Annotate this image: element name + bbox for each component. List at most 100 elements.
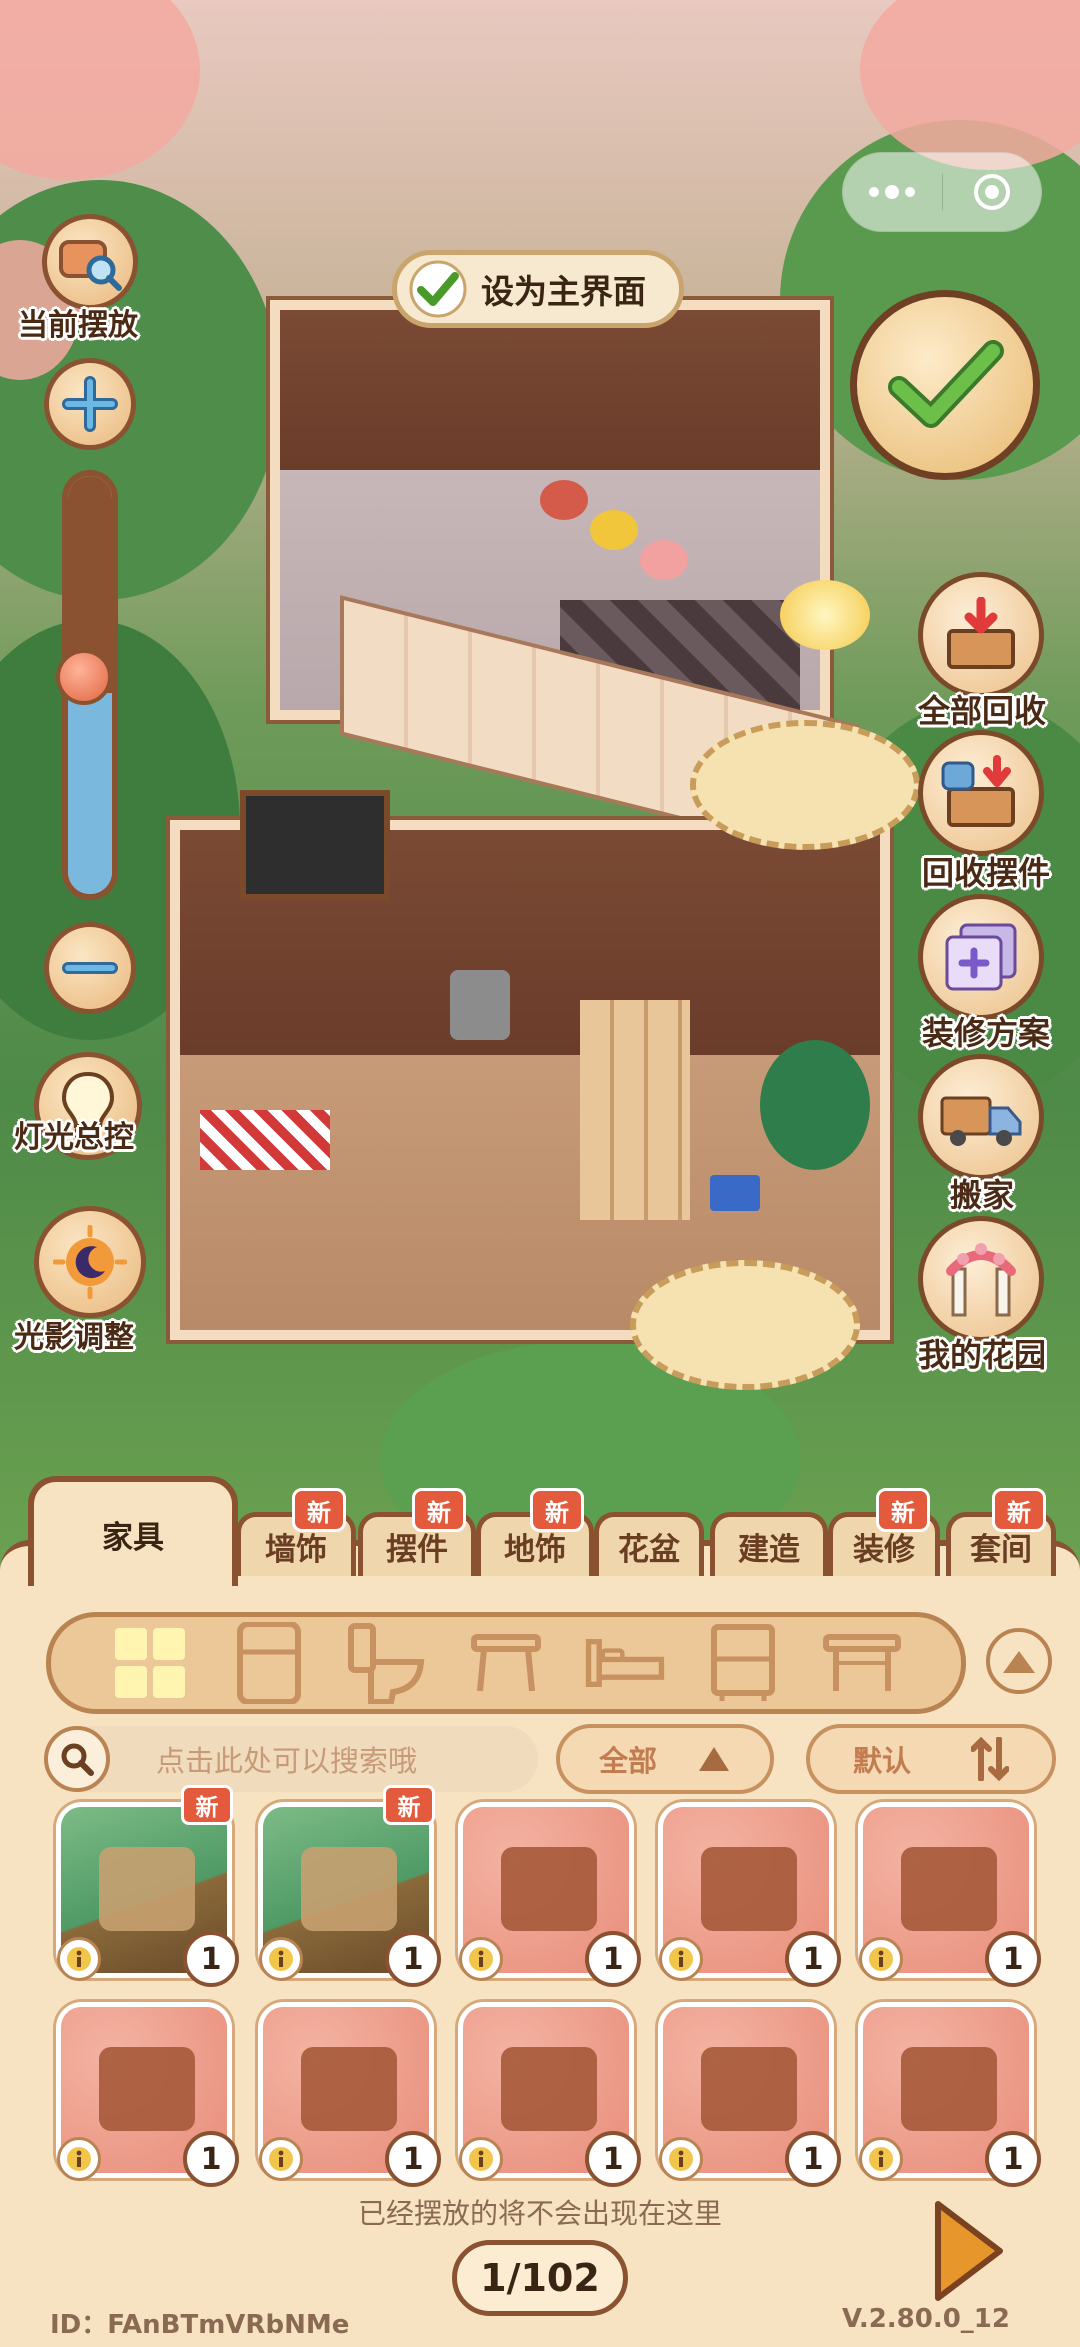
- decor-plan-button[interactable]: [918, 894, 1044, 1020]
- item-info-button[interactable]: [259, 1937, 303, 1981]
- close-miniprogram-button[interactable]: [942, 152, 1041, 232]
- bed-icon[interactable]: [585, 1623, 665, 1703]
- sort-dropdown[interactable]: 默认: [806, 1724, 1056, 1794]
- next-page-button[interactable]: [928, 2196, 1008, 2306]
- yak-item[interactable]: 1: [658, 2002, 841, 2187]
- moving-button[interactable]: [918, 1054, 1044, 1180]
- recycle-all-button[interactable]: [918, 572, 1044, 698]
- item-art: [501, 1847, 597, 1931]
- tree-foliage: [0, 180, 280, 600]
- info-icon: [269, 2147, 293, 2171]
- monstera-plant[interactable]: [760, 1040, 870, 1170]
- swan-bed-item[interactable]: 1新: [258, 1785, 441, 1987]
- zoom-in-button[interactable]: [44, 358, 136, 450]
- game-scene[interactable]: [0, 0, 1080, 1560]
- filter-label: 全部: [598, 1744, 657, 1778]
- item-count: 1: [785, 2131, 841, 2187]
- info-icon: [669, 1947, 693, 1971]
- new-badge: 新: [383, 1785, 435, 1825]
- info-icon: [669, 2147, 693, 2171]
- item-art: [301, 1847, 397, 1931]
- tab-furniture[interactable]: 家具: [28, 1476, 238, 1586]
- more-menu-button[interactable]: [843, 152, 942, 232]
- item-art: [701, 2047, 797, 2131]
- my-garden-button[interactable]: [918, 1216, 1044, 1342]
- sort-arrows-icon: [971, 1737, 1009, 1781]
- table-icon[interactable]: [822, 1623, 902, 1703]
- all-grid-icon[interactable]: [110, 1623, 190, 1703]
- garden-arch-icon: [946, 1243, 1016, 1317]
- item-art: [99, 1847, 195, 1931]
- round-rug[interactable]: [630, 1260, 860, 1390]
- confirm-button[interactable]: [850, 290, 1040, 480]
- zoom-out-button[interactable]: [44, 922, 136, 1014]
- placed-hint: 已经摆放的将不会出现在这里: [357, 2197, 722, 2230]
- search-button[interactable]: [44, 1726, 110, 1792]
- log-bench-item[interactable]: 1: [458, 2002, 641, 2187]
- current-place-label: 当前摆放: [18, 308, 138, 343]
- shadow-adjust-button[interactable]: [34, 1206, 146, 1318]
- tab-item[interactable]: 建造: [710, 1512, 828, 1576]
- wooden-platform-item[interactable]: 1: [258, 2002, 441, 2187]
- laptop[interactable]: [710, 1175, 760, 1211]
- stool-yellow[interactable]: [590, 510, 638, 550]
- item-info-button[interactable]: [57, 1937, 101, 1981]
- collapse-panel-button[interactable]: [986, 1628, 1052, 1694]
- item-count: 1: [985, 2131, 1041, 2187]
- floor-lamp[interactable]: [780, 580, 870, 650]
- stool-red[interactable]: [540, 480, 588, 520]
- sort-label: 默认: [852, 1744, 911, 1778]
- bookshelf-arch-item[interactable]: 1新: [56, 1785, 239, 1987]
- coffee-machine[interactable]: [450, 970, 510, 1040]
- wooden-table-item[interactable]: 1: [458, 1802, 641, 1987]
- set-main-screen-button[interactable]: 设为主界面: [392, 250, 684, 328]
- maple-fence-item[interactable]: 1: [56, 2002, 239, 2187]
- round-rug[interactable]: [690, 720, 920, 850]
- item-info-button[interactable]: [859, 1937, 903, 1981]
- recycle-all-label: 全部回收: [917, 692, 1046, 730]
- info-icon: [469, 1947, 493, 1971]
- new-badge: 新: [530, 1488, 584, 1532]
- tab-label: 建造: [738, 1532, 800, 1568]
- moving-truck-icon: [940, 1096, 1022, 1146]
- item-count: 1: [385, 2131, 441, 2187]
- check-icon: [409, 260, 467, 318]
- fridge-icon[interactable]: [229, 1622, 309, 1704]
- flower-arch-item[interactable]: 1: [858, 1802, 1041, 1987]
- item-count: 1: [385, 1931, 441, 1987]
- stool-pink[interactable]: [640, 540, 688, 580]
- item-count: 1: [985, 1931, 1041, 1987]
- tab-item[interactable]: 花盆: [594, 1512, 704, 1576]
- more-dots-icon: [869, 185, 916, 199]
- folding-screen[interactable]: [580, 1000, 690, 1220]
- zoom-slider[interactable]: [56, 470, 118, 900]
- filter-dropdown[interactable]: 全部: [556, 1724, 774, 1794]
- plus-icon: [62, 376, 118, 432]
- current-place-button[interactable]: [42, 214, 138, 310]
- maple-waterfall-item[interactable]: 1: [658, 1802, 841, 1987]
- item-info-button[interactable]: [659, 2137, 703, 2181]
- item-info-button[interactable]: [259, 2137, 303, 2181]
- zoom-slider-handle[interactable]: [56, 649, 112, 706]
- item-count: 1: [183, 1931, 239, 1987]
- toilet-icon[interactable]: [347, 1623, 427, 1704]
- recycle-ornament-button[interactable]: [918, 730, 1044, 856]
- info-icon: [469, 2147, 493, 2171]
- item-info-button[interactable]: [57, 2137, 101, 2181]
- item-art: [501, 2047, 597, 2131]
- search-input[interactable]: 点击此处可以搜索哦: [44, 1726, 538, 1792]
- new-badge: 新: [292, 1488, 346, 1532]
- red-checker-rug[interactable]: [200, 1110, 330, 1170]
- item-info-button[interactable]: [459, 1937, 503, 1981]
- new-badge: 新: [876, 1488, 930, 1532]
- item-info-button[interactable]: [659, 1937, 703, 1981]
- target-close-icon: [973, 174, 1010, 210]
- info-icon: [67, 1947, 91, 1971]
- light-control-label: 灯光总控: [14, 1120, 134, 1155]
- item-info-button[interactable]: [459, 2137, 503, 2181]
- cabinet-icon[interactable]: [703, 1623, 783, 1703]
- stool-icon[interactable]: [466, 1623, 546, 1703]
- item-art: [701, 1847, 797, 1931]
- item-info-button[interactable]: [859, 2137, 903, 2181]
- waterfall-pillar-item[interactable]: 1: [858, 2002, 1041, 2187]
